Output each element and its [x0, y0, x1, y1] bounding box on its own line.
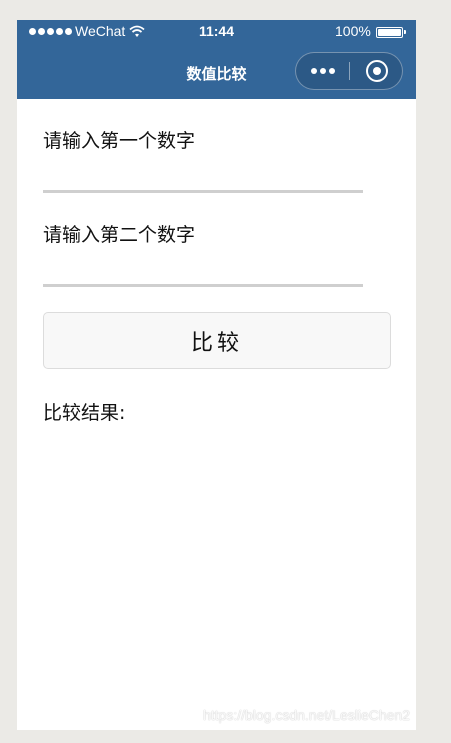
capsule-menu — [295, 52, 403, 90]
second-number-input[interactable] — [43, 260, 363, 287]
battery-percent: 100% — [335, 23, 371, 39]
watermark-text: https://blog.csdn.net/LeslieChen2 — [202, 707, 410, 723]
first-number-label: 请输入第一个数字 — [43, 130, 196, 152]
target-circle-icon[interactable] — [366, 60, 388, 82]
battery-icon — [376, 27, 406, 38]
result-label: 比较结果: — [43, 402, 126, 424]
more-dots-icon[interactable] — [296, 53, 350, 89]
status-bar: WeChat 11:44 100% — [17, 20, 416, 44]
navigation-bar: 数值比较 — [17, 44, 416, 99]
phone-screen: WeChat 11:44 100% 数值比较 请输入第一个数字 请输入第二个数字… — [17, 20, 416, 730]
capsule-divider — [349, 62, 350, 80]
compare-button[interactable]: 比较 — [43, 312, 391, 369]
first-number-input[interactable] — [43, 166, 363, 193]
second-number-label: 请输入第二个数字 — [43, 224, 196, 246]
